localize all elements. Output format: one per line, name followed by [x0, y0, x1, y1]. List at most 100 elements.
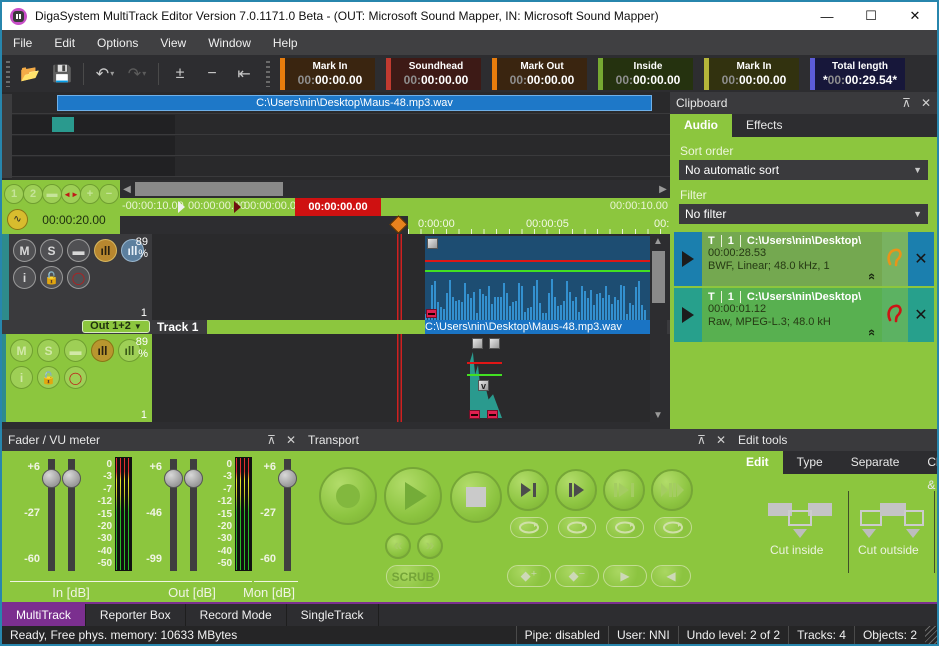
overview-clip[interactable]	[52, 117, 74, 132]
clip2-trim-handle-a[interactable]	[469, 410, 480, 419]
track1-solo-button[interactable]: S	[40, 239, 63, 262]
track1-audio-clip[interactable]	[425, 236, 650, 320]
undo-icon[interactable]: ↶▾	[92, 62, 118, 86]
track1-output-select[interactable]: Out 1+2 ▼	[82, 320, 150, 333]
tab-multitrack[interactable]: MultiTrack	[2, 604, 86, 626]
play-selection-button[interactable]	[603, 469, 645, 511]
expand-icon[interactable]: «	[865, 273, 880, 280]
clip1-level-line-red[interactable]	[425, 260, 650, 262]
tab-reporter-box[interactable]: Reporter Box	[86, 604, 186, 626]
zoom-preset-2-button[interactable]: 2	[23, 184, 43, 204]
add-marker-button[interactable]: ◆⁺	[507, 565, 551, 587]
menu-help[interactable]: Help	[262, 32, 309, 54]
scroll-down-icon[interactable]: ▼	[651, 408, 665, 422]
redo-icon[interactable]: ↷▾	[124, 62, 150, 86]
clipboard-item-1[interactable]: T1C:\Users\nin\Desktop\ 00:00:28.53 BWF,…	[674, 232, 934, 286]
tab-audio[interactable]: Audio	[670, 114, 732, 137]
menu-edit[interactable]: Edit	[43, 32, 86, 54]
loop-4-button[interactable]	[654, 517, 692, 538]
tracks-vscrollbar[interactable]: ▲ ▼	[650, 234, 667, 422]
scroll-right-icon[interactable]: ▶	[656, 182, 670, 196]
ruler-timescale[interactable]: 0:00:00 00:00:05 00:	[120, 216, 670, 234]
scroll-left-icon[interactable]: ◀	[120, 182, 134, 196]
ruler-marks[interactable]: -00:00:10.00 00:00:00.00 00:00:00.00 00:…	[120, 198, 670, 216]
track-1-lane[interactable]	[152, 234, 650, 320]
scroll-up-icon[interactable]: ▲	[651, 234, 665, 248]
overview-file-bar[interactable]: C:\Users\nin\Desktop\Maus-48.mp3.wav	[57, 95, 652, 111]
zoom-to-marks-button[interactable]: ◄►	[61, 184, 81, 204]
play-from-mark-button[interactable]	[555, 469, 597, 511]
menu-view[interactable]: View	[149, 32, 197, 54]
close-panel-icon[interactable]: ✕	[286, 433, 296, 447]
out-fader-right-knob[interactable]	[184, 469, 203, 488]
minimize-button[interactable]: —	[805, 2, 849, 30]
tab-edit[interactable]: Edit	[732, 451, 783, 474]
tab-clip[interactable]: Clip & I	[913, 451, 939, 474]
scrub-button[interactable]: SCRUB	[386, 565, 440, 588]
track2-mute-button[interactable]: M	[10, 339, 33, 362]
item2-play-button[interactable]	[674, 288, 702, 342]
zoom-preset-1-button[interactable]: 1	[4, 184, 24, 204]
mark-in-flag[interactable]	[178, 201, 185, 213]
close-panel-icon[interactable]: ✕	[716, 433, 726, 447]
cut-outside-icon[interactable]	[860, 501, 924, 539]
save-icon[interactable]: 💾	[49, 62, 75, 86]
clip2-handle-a[interactable]	[472, 338, 483, 349]
tab-record-mode[interactable]: Record Mode	[186, 604, 287, 626]
collapse-button[interactable]: ▬	[42, 184, 62, 204]
clip1-fade-handle[interactable]	[427, 238, 438, 249]
mark-out-flag[interactable]	[234, 201, 241, 213]
item1-delete-button[interactable]: ✕	[908, 232, 934, 286]
tab-singletrack[interactable]: SingleTrack	[287, 604, 379, 626]
track1-mute-button[interactable]: M	[13, 239, 36, 262]
clip2-level-line-green[interactable]	[467, 374, 502, 376]
clip1-trim-handle[interactable]	[426, 309, 437, 318]
loop-1-button[interactable]	[510, 517, 548, 538]
item1-play-button[interactable]	[674, 232, 702, 286]
rewind-button[interactable]: «	[385, 533, 411, 559]
play-to-mark-button[interactable]	[507, 469, 549, 511]
tab-effects[interactable]: Effects	[732, 114, 796, 137]
pin-icon[interactable]: ⊼	[902, 96, 911, 110]
timeline-zoom-in-button[interactable]: +	[80, 184, 100, 204]
playhead-handle[interactable]	[389, 215, 407, 233]
item1-monitor-button[interactable]	[882, 232, 908, 286]
item2-body[interactable]: T1C:\Users\nin\Desktop\ 00:00:01.12 Raw,…	[702, 288, 882, 342]
clip1-level-line-green[interactable]	[425, 270, 650, 272]
item2-monitor-button[interactable]	[882, 288, 908, 342]
pin-icon[interactable]: ⊼	[697, 433, 706, 447]
filter-select[interactable]: No filter▼	[679, 204, 928, 224]
forward-button[interactable]: »	[417, 533, 443, 559]
track-2-lane[interactable]: v	[152, 334, 650, 422]
pin-icon[interactable]: ⊼	[267, 433, 276, 447]
out-fader-left-knob[interactable]	[164, 469, 183, 488]
mon-fader-left-knob[interactable]	[278, 469, 297, 488]
zoom-in-icon[interactable]: ±	[167, 62, 193, 86]
zoom-out-icon[interactable]: −	[199, 62, 225, 86]
resize-grip[interactable]	[925, 626, 937, 644]
track2-lock-button[interactable]: 🔓	[37, 366, 60, 389]
toolbar-drag-handle[interactable]	[266, 61, 270, 87]
loop-3-button[interactable]	[606, 517, 644, 538]
cut-inside-icon[interactable]	[768, 501, 832, 539]
menu-options[interactable]: Options	[86, 32, 149, 54]
toolbar-drag-handle[interactable]	[6, 61, 10, 87]
track1-info-button[interactable]: i	[13, 266, 36, 289]
in-fader-left-knob[interactable]	[42, 469, 61, 488]
stop-button[interactable]	[450, 471, 502, 523]
maximize-button[interactable]: ☐	[849, 2, 893, 30]
in-fader-right-knob[interactable]	[62, 469, 81, 488]
tab-separate[interactable]: Separate	[837, 451, 914, 474]
timeline-scrollbar[interactable]: ◀ ▶	[120, 180, 670, 198]
clip2-v-handle[interactable]: v	[478, 380, 489, 391]
project-overview[interactable]: C:\Users\nin\Desktop\Maus-48.mp3.wav	[2, 92, 670, 180]
remove-marker-button[interactable]: ◆⁻	[555, 565, 599, 587]
waveform-zoom-icon[interactable]: ∿	[7, 209, 28, 230]
track1-meter-a-button[interactable]: ıll	[94, 239, 117, 262]
goto-start-icon[interactable]: ⇤	[231, 62, 257, 86]
track1-record-button[interactable]: ◯	[67, 266, 90, 289]
clip2-handle-b[interactable]	[489, 338, 500, 349]
track1-lock-button[interactable]: 🔓	[40, 266, 63, 289]
clipboard-item-2[interactable]: T1C:\Users\nin\Desktop\ 00:00:01.12 Raw,…	[674, 288, 934, 342]
track2-meter-a-button[interactable]: ıll	[91, 339, 114, 362]
